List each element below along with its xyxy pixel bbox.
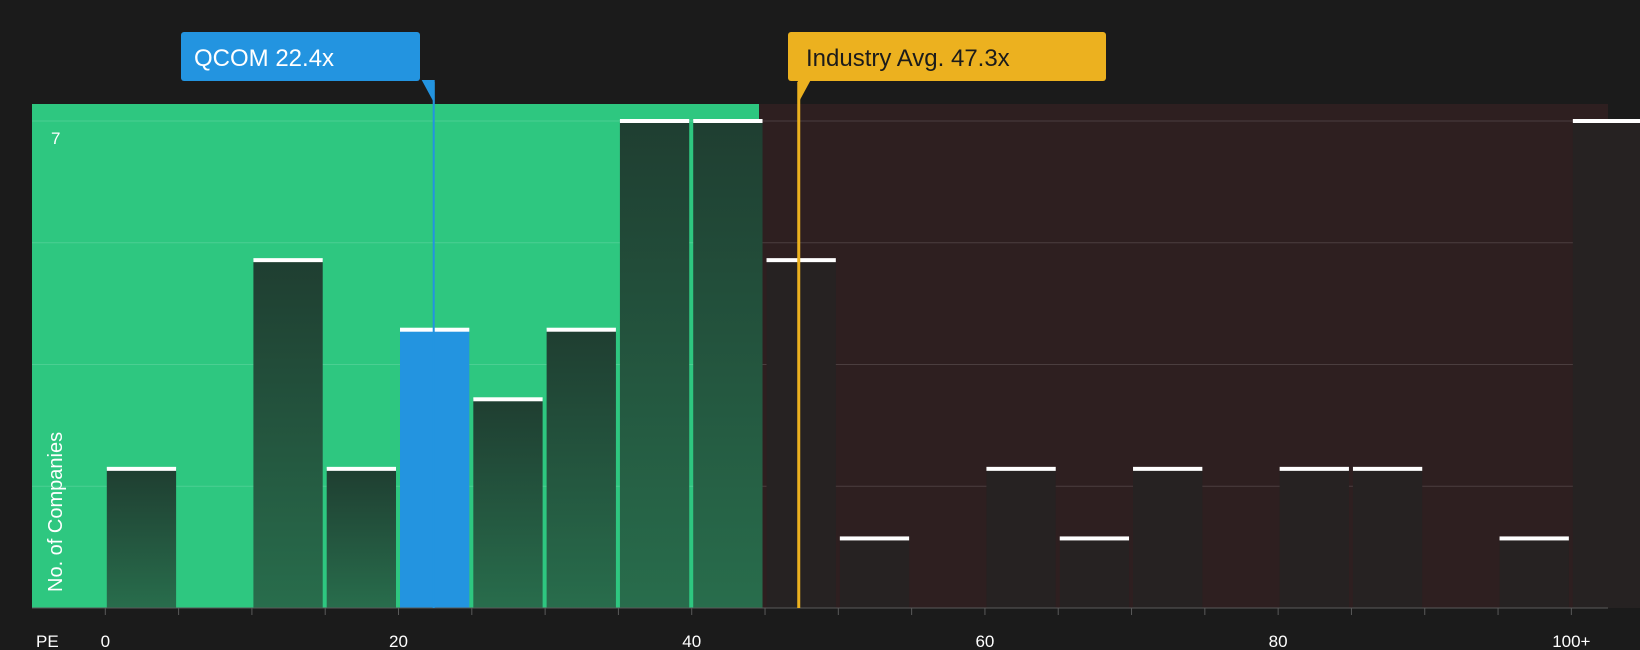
histogram-bar-cap bbox=[253, 258, 323, 263]
histogram-bar-cap bbox=[1133, 466, 1203, 471]
histogram-bar bbox=[1499, 538, 1569, 608]
histogram-bar bbox=[693, 121, 763, 608]
y-axis-title: No. of Companies bbox=[45, 432, 67, 592]
histogram-bar-cap bbox=[1279, 466, 1349, 471]
histogram-bar bbox=[546, 329, 616, 608]
histogram-bar-cap bbox=[1352, 466, 1423, 471]
histogram-bar bbox=[1352, 468, 1423, 608]
x-tick-label: 100+ bbox=[1552, 632, 1590, 650]
x-tick-label: 20 bbox=[389, 632, 408, 650]
histogram-bar-cap bbox=[693, 119, 763, 123]
histogram-bar bbox=[1133, 468, 1203, 608]
histogram-bar bbox=[253, 260, 323, 608]
histogram-bar-cap bbox=[1059, 536, 1130, 541]
x-tick-label: 0 bbox=[101, 632, 110, 650]
histogram-bar-cap bbox=[473, 397, 543, 402]
pe-distribution-chart: 0 20 40 60 80 100+ 7 No. of Companies PE QCOM… bbox=[32, 32, 1640, 650]
histogram-bar bbox=[1279, 468, 1349, 608]
histogram-bar bbox=[766, 260, 836, 608]
histogram-bar bbox=[839, 538, 910, 608]
histogram-bar bbox=[106, 468, 177, 608]
x-tick-label: 80 bbox=[1269, 632, 1288, 650]
histogram-bar-cap bbox=[106, 466, 177, 471]
histogram-bar-cap bbox=[986, 466, 1056, 471]
histogram-bar-cap bbox=[1499, 536, 1569, 541]
histogram-bar bbox=[1059, 538, 1130, 608]
x-tick-label: 60 bbox=[975, 632, 994, 650]
histogram-bar-cap bbox=[766, 258, 836, 263]
company-callout-label: QCOM 22.4x bbox=[194, 45, 334, 72]
histogram-bar-cap bbox=[1572, 119, 1640, 123]
x-axis-metric-label: PE bbox=[36, 632, 59, 650]
histogram-bar bbox=[326, 468, 397, 608]
x-tick-label: 40 bbox=[682, 632, 701, 650]
histogram-bar bbox=[619, 121, 690, 608]
y-max-label: 7 bbox=[51, 129, 60, 148]
histogram-bar-cap bbox=[546, 327, 616, 332]
histogram-bar-cap bbox=[326, 466, 397, 471]
histogram-bar bbox=[1572, 121, 1640, 608]
histogram-bar bbox=[986, 468, 1056, 608]
histogram-bar-cap bbox=[839, 536, 910, 541]
histogram-bar bbox=[473, 399, 543, 608]
histogram-bar-cap bbox=[619, 119, 690, 123]
industry-avg-callout-label: Industry Avg. 47.3x bbox=[806, 45, 1010, 72]
x-axis-ticks: 0 20 40 60 80 100+ bbox=[101, 608, 1591, 650]
